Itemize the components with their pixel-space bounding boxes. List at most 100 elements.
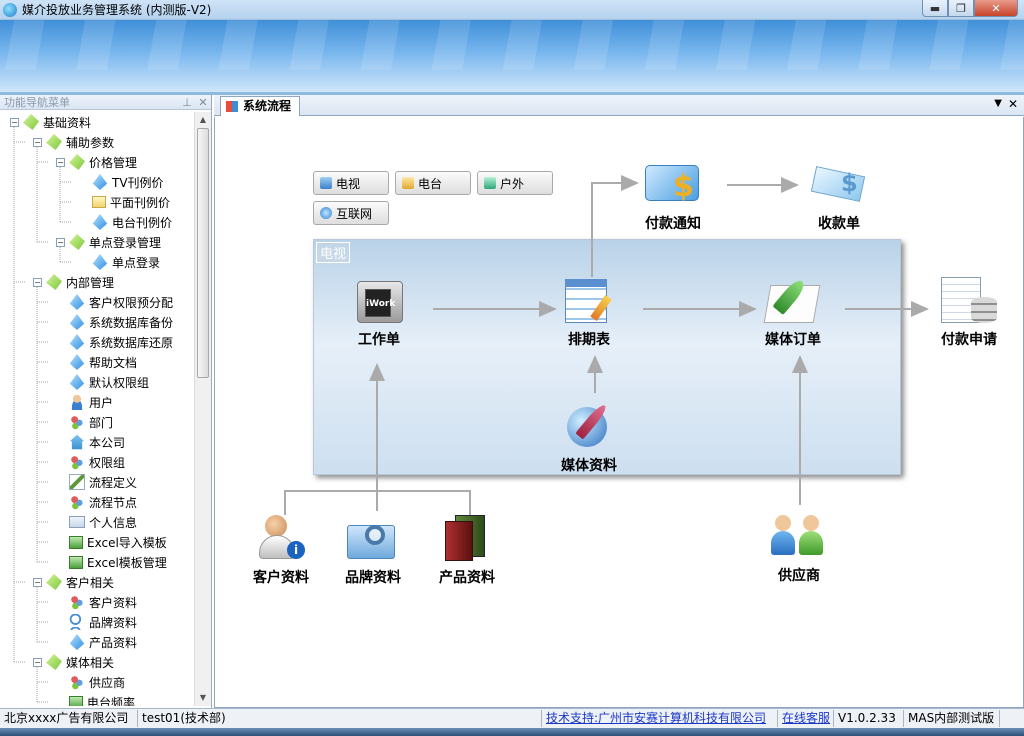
node-payment-request[interactable]: 付款申请 [941, 275, 997, 349]
tree-item[interactable]: 平面刊例价 [92, 192, 170, 212]
tree-item[interactable]: 系统数据库还原 [69, 332, 173, 352]
document-tabs: 系统流程 ▼ ✕ [214, 95, 1024, 116]
tree-item-label: 帮助文档 [89, 355, 138, 370]
pen-icon [69, 474, 85, 490]
tree-item[interactable]: 产品资料 [69, 632, 137, 652]
collapse-toggle-icon[interactable]: − [56, 237, 65, 247]
tv-icon [320, 177, 332, 189]
tree-item[interactable]: 流程定义 [69, 472, 137, 492]
collapse-toggle-icon[interactable]: − [33, 657, 42, 667]
tree-item-label: 媒体相关 [66, 655, 115, 670]
nav-tree: − 基础资料 − 辅助参数 − 价格管理 TV刊例价平面刊例价电台刊例价 − 单点登录管理 单点登… [0, 112, 194, 706]
tree-item[interactable]: 品牌资料 [69, 612, 137, 632]
collapse-toggle-icon[interactable]: − [10, 117, 19, 127]
tree-item-label: 系统数据库备份 [89, 315, 174, 330]
tree-item[interactable]: − 单点登录管理 [56, 232, 161, 252]
tree-item[interactable]: − 价格管理 [56, 152, 137, 172]
tree-item[interactable]: 单点登录 [92, 252, 160, 272]
tree-item[interactable]: 用户 [69, 392, 113, 412]
node-schedule[interactable]: 排期表 [561, 275, 617, 349]
tree-item[interactable]: − 基础资料 [10, 112, 91, 132]
minimize-button[interactable]: ▬ [922, 0, 948, 17]
tree-item-label: 用户 [89, 395, 114, 410]
node-product[interactable]: 产品资料 [439, 513, 495, 587]
node-supplier[interactable]: 供应商 [771, 511, 827, 585]
tree-item[interactable]: − 媒体相关 [33, 652, 114, 672]
tree-item[interactable]: 供应商 [69, 672, 125, 692]
tree-item-label: 客户相关 [66, 575, 115, 590]
tree-item-label: 默认权限组 [89, 375, 150, 390]
credit-card-icon: $ [645, 159, 701, 211]
node-receipt[interactable]: $ 收款单 [810, 159, 867, 233]
maximize-button[interactable]: ❐ [948, 0, 974, 17]
tree-item[interactable]: 帮助文档 [69, 352, 137, 372]
tree-item[interactable]: 本公司 [69, 432, 125, 452]
flow-tab-icon [226, 101, 238, 112]
scroll-up-icon[interactable]: ▲ [195, 112, 211, 128]
tree-item[interactable]: 客户权限预分配 [69, 292, 173, 312]
tree-item[interactable]: − 辅助参数 [33, 132, 114, 152]
scroll-thumb[interactable] [197, 128, 209, 378]
tree-item[interactable]: 系统数据库备份 [69, 312, 173, 332]
tree-item[interactable]: 客户资料 [69, 592, 137, 612]
tree-item[interactable]: 电台刊例价 [92, 212, 172, 232]
node-media-order[interactable]: 媒体订单 [763, 275, 821, 349]
tree-item-label: 品牌资料 [89, 615, 138, 630]
category-label: 互联网 [336, 206, 373, 221]
tree-item-label: 产品资料 [89, 635, 138, 650]
pin-icon[interactable]: ⊥ [179, 96, 195, 109]
sidebar-header: 功能导航菜单 ⊥ ✕ [0, 95, 211, 110]
tree-item[interactable]: Excel模板管理 [69, 552, 167, 572]
tab-dropdown-icon[interactable]: ▼ [994, 98, 1002, 109]
tree-item[interactable]: 流程节点 [69, 492, 137, 512]
tree-item[interactable]: 部门 [69, 412, 113, 432]
node-workorder[interactable]: iWork 工作单 [351, 275, 407, 349]
group-icon [69, 594, 85, 610]
drop-icon [69, 634, 85, 650]
node-media-info[interactable]: 媒体资料 [561, 401, 617, 475]
node-label: 付款通知 [645, 216, 701, 232]
scroll-down-icon[interactable]: ▼ [195, 690, 211, 706]
tree-item-label: TV刊例价 [112, 175, 164, 190]
node-payment-notice[interactable]: $ 付款通知 [645, 159, 701, 233]
sidebar-close-icon[interactable]: ✕ [195, 96, 211, 109]
tree-item-label: 电台刊例价 [112, 215, 173, 230]
sidebar-scrollbar[interactable]: ▲ ▼ [194, 112, 211, 706]
collapse-toggle-icon[interactable]: − [33, 277, 42, 287]
tab-close-icon[interactable]: ✕ [1008, 97, 1018, 111]
category-internet-button[interactable]: 互联网 [313, 201, 389, 225]
drop-icon [92, 174, 108, 190]
category-outdoor-button[interactable]: 户外 [477, 171, 553, 195]
tab-system-flow[interactable]: 系统流程 [220, 96, 301, 116]
collapse-toggle-icon[interactable]: − [33, 137, 42, 147]
collapse-toggle-icon[interactable]: − [56, 157, 65, 167]
node-brand[interactable]: 品牌资料 [345, 513, 401, 587]
collapse-toggle-icon[interactable]: − [33, 577, 42, 587]
tree-item-label: 权限组 [89, 455, 126, 470]
node-label: 媒体资料 [561, 458, 617, 474]
node-customer[interactable]: i 客户资料 [253, 513, 309, 587]
tree-item[interactable]: Excel导入模板 [69, 532, 167, 552]
group-icon [69, 494, 85, 510]
status-bar: 北京xxxx广告有限公司 test01(技术部) 技术支持:广州市安赛计算机科技… [0, 708, 1024, 728]
tree-item[interactable]: TV刊例价 [92, 172, 164, 192]
tree-item-label: 系统数据库还原 [89, 335, 174, 350]
support-link[interactable]: 技术支持:广州市安赛计算机科技有限公司 [542, 710, 778, 727]
tree-item[interactable]: 权限组 [69, 452, 125, 472]
node-label: 付款申请 [941, 332, 997, 348]
tree-item[interactable]: − 客户相关 [33, 572, 114, 592]
category-radio-button[interactable]: 电台 [395, 171, 471, 195]
close-button[interactable]: ✕ [974, 0, 1018, 17]
tree-item[interactable]: 电台频率 [69, 692, 135, 706]
tree-item[interactable]: 默认权限组 [69, 372, 149, 392]
online-service-link[interactable]: 在线客服 [778, 710, 834, 727]
tree-item[interactable]: − 内部管理 [33, 272, 114, 292]
person-icon [69, 394, 85, 410]
node-label: 排期表 [568, 332, 610, 348]
product-box-icon [439, 513, 495, 565]
tree-item-label: 客户资料 [89, 595, 138, 610]
tree-item[interactable]: 个人信息 [69, 512, 137, 532]
tree-item-label: 供应商 [89, 675, 126, 690]
doc-icon [92, 196, 106, 208]
category-tv-button[interactable]: 电视 [313, 171, 389, 195]
